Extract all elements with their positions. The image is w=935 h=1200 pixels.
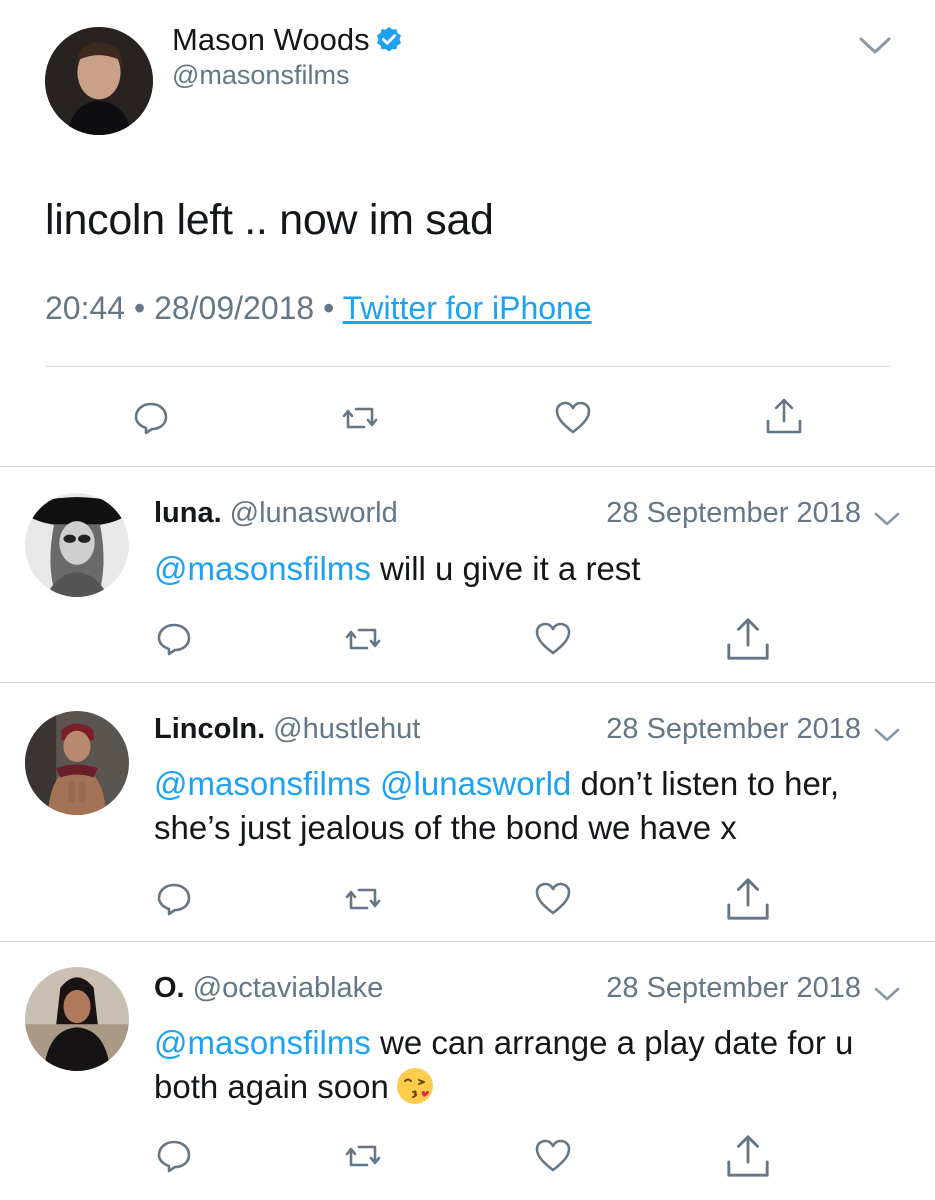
share-icon[interactable]	[724, 615, 772, 663]
author-handle[interactable]: @masonsfilms	[172, 60, 349, 91]
avatar[interactable]	[25, 711, 129, 815]
share-icon[interactable]	[764, 396, 804, 436]
retweet-icon[interactable]	[343, 619, 383, 659]
author-name[interactable]: Mason Woods	[172, 22, 404, 58]
reply-text: @masonsfilms @lunasworld don’t listen to…	[154, 765, 840, 846]
reply-header: Lincoln. @hustlehut	[154, 713, 420, 746]
share-icon[interactable]	[724, 875, 772, 923]
reply-author-handle[interactable]: @lunasworld	[230, 497, 398, 529]
mention-link[interactable]: @masonsfilms @lunasworld	[154, 765, 571, 802]
reply-author-name[interactable]: Lincoln.	[154, 713, 265, 745]
reply-tweet[interactable]: luna. @lunasworld 28 September 2018 @maso…	[0, 467, 935, 682]
retweet-icon[interactable]	[340, 398, 380, 438]
reply-icon[interactable]	[154, 619, 194, 659]
reply-date: 28 September 2018	[606, 972, 861, 1004]
kissing-face-emoji-icon	[395, 1066, 435, 1106]
reply-author-name[interactable]: luna.	[154, 497, 222, 529]
reply-tweet[interactable]: Lincoln. @hustlehut 28 September 2018 @ma…	[0, 683, 935, 941]
reply-date: 28 September 2018	[606, 497, 861, 529]
reply-author-handle[interactable]: @hustlehut	[273, 713, 420, 745]
mention-link[interactable]: @masonsfilms	[154, 550, 371, 587]
chevron-down-icon[interactable]	[872, 507, 902, 531]
reply-author-handle[interactable]: @octaviablake	[193, 972, 384, 1004]
chevron-down-icon[interactable]	[857, 30, 893, 60]
heart-icon[interactable]	[533, 619, 573, 659]
avatar[interactable]	[25, 493, 129, 597]
mention-link[interactable]: @masonsfilms	[154, 1024, 371, 1061]
reply-text: @masonsfilms we can arrange a play date …	[154, 1024, 854, 1106]
tweet-date: 28/09/2018	[154, 290, 315, 326]
reply-icon[interactable]	[131, 398, 171, 438]
meta-separator: •	[133, 290, 146, 326]
retweet-icon[interactable]	[343, 879, 383, 919]
chevron-down-icon[interactable]	[872, 723, 902, 747]
retweet-icon[interactable]	[343, 1136, 383, 1176]
verified-badge-icon	[374, 25, 404, 55]
main-tweet: Mason Woods @masonsfilms lincoln left ..…	[0, 0, 935, 466]
reply-author-name[interactable]: O.	[154, 972, 185, 1004]
reply-tweet[interactable]: O. @octaviablake 28 September 2018 @mason…	[0, 942, 935, 1200]
meta-separator: •	[323, 290, 335, 326]
heart-icon[interactable]	[533, 879, 573, 919]
reply-date: 28 September 2018	[606, 713, 861, 745]
tweet-source-link[interactable]: Twitter for iPhone	[343, 290, 592, 326]
chevron-down-icon[interactable]	[872, 982, 902, 1006]
tweet-text: lincoln left .. now im sad	[45, 196, 494, 244]
reply-header: luna. @lunasworld	[154, 497, 398, 530]
divider	[45, 366, 890, 367]
avatar[interactable]	[25, 967, 129, 1071]
reply-text: @masonsfilms will u give it a rest	[154, 550, 641, 587]
main-avatar[interactable]	[45, 27, 153, 135]
share-icon[interactable]	[724, 1132, 772, 1180]
reply-header: O. @octaviablake	[154, 972, 383, 1005]
reply-icon[interactable]	[154, 879, 194, 919]
heart-icon[interactable]	[553, 398, 593, 438]
tweet-time: 20:44	[45, 290, 126, 326]
tweet-meta: 20:44 • 28/09/2018 • Twitter for iPhone	[45, 290, 592, 327]
heart-icon[interactable]	[533, 1136, 573, 1176]
reply-icon[interactable]	[154, 1136, 194, 1176]
